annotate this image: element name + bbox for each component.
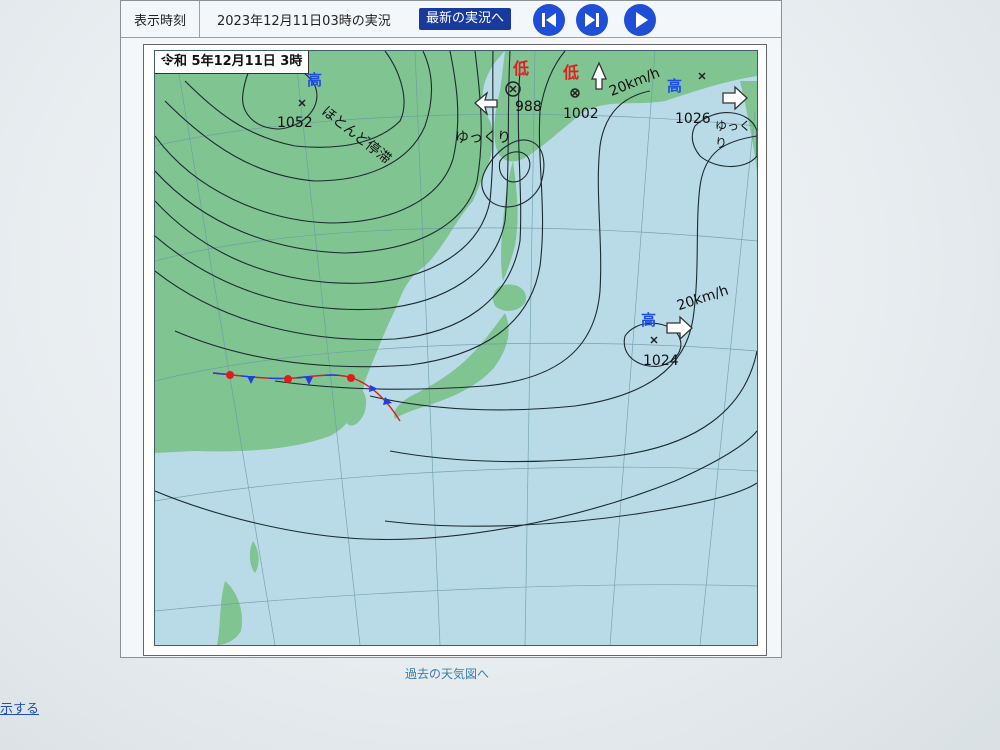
high-pressure-2: 1026 [675, 111, 711, 127]
expand-icon[interactable] [155, 51, 171, 67]
past-weather-maps-link[interactable]: 過去の天気図へ [405, 665, 489, 682]
map-timestamp: 令和 5年12月11日 3時 [155, 51, 310, 74]
skip-forward-icon [585, 13, 599, 27]
high-pressure-1: 1052 [277, 115, 313, 131]
low-note-1: ゆっくり [455, 130, 511, 146]
display-link[interactable]: 示する [0, 698, 39, 717]
first-button[interactable] [533, 4, 565, 36]
low-label-1: 低 [513, 59, 530, 78]
toolbar: 表示時刻 2023年12月11日03時の実況 最新の実況へ [121, 1, 781, 38]
observation-datetime: 2023年12月11日03時の実況 [217, 14, 391, 29]
high-label-1: 高 [307, 71, 323, 89]
last-button[interactable] [576, 4, 608, 36]
display-time-label: 表示時刻 [121, 1, 200, 37]
high-pressure-3: 1024 [643, 353, 679, 369]
skip-back-icon [542, 13, 556, 27]
low-label-2: 低 [563, 63, 580, 82]
play-icon [636, 12, 648, 28]
play-button[interactable] [624, 4, 656, 36]
latest-observation-button[interactable]: 最新の実況へ [419, 8, 512, 30]
low-pressure-1: 988 [515, 99, 542, 115]
high-label-3: 高 [641, 311, 657, 329]
low-pressure-2: 1002 [563, 106, 599, 122]
high-note-2: ゆっくり [715, 119, 752, 150]
weather-map[interactable]: 令和 5年12月11日 3時 高 1052 ほとんど停滞 低 988 ゆっくり … [154, 50, 758, 646]
high-label-2: 高 [667, 77, 683, 95]
